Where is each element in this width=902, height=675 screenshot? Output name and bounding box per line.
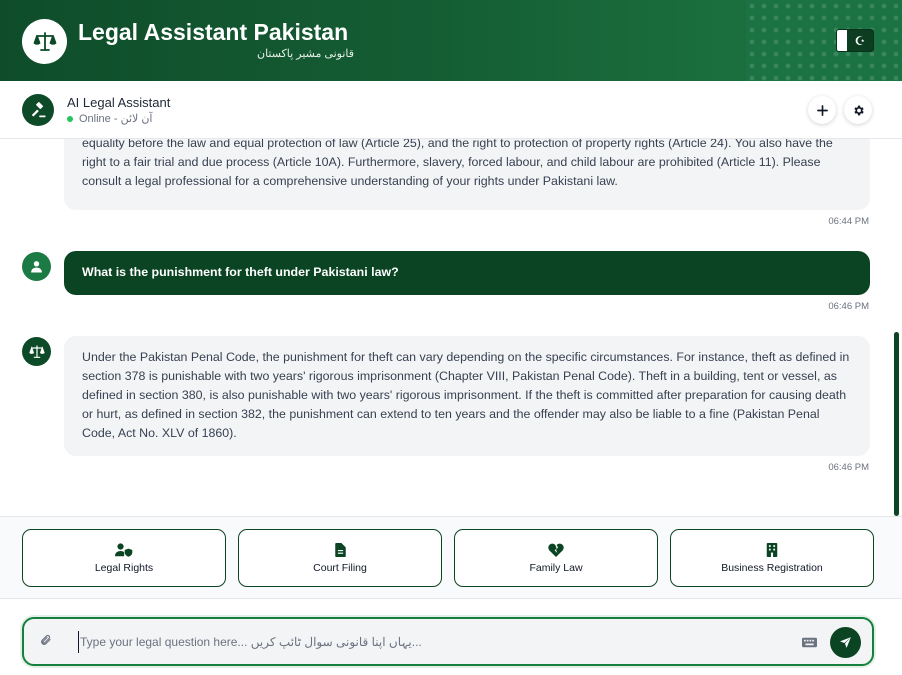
quick-action-label: Legal Rights — [94, 562, 154, 574]
send-button[interactable] — [830, 627, 861, 658]
message-text: equality before the law and equal protec… — [82, 139, 833, 188]
attach-button[interactable] — [40, 633, 52, 652]
assistant-name: AI Legal Assistant — [67, 95, 171, 110]
building-icon — [766, 543, 778, 557]
keyboard-button[interactable] — [802, 635, 817, 653]
assistant-avatar — [22, 337, 51, 366]
send-icon — [840, 637, 851, 648]
message-time: 06:46 PM — [828, 301, 869, 312]
message-text: What is the punishment for theft under P… — [82, 265, 399, 279]
quick-action-label: Business Registration — [721, 562, 823, 574]
online-status: Online - آن لائن — [67, 112, 152, 125]
status-text: Online - آن لائن — [79, 113, 153, 125]
assistant-message: equality before the law and equal protec… — [64, 139, 870, 210]
user-message: What is the punishment for theft under P… — [64, 251, 870, 295]
user-avatar — [22, 252, 51, 281]
plus-icon — [816, 104, 828, 116]
app-subtitle-urdu: قانونی مشیر پاکستان — [257, 48, 355, 60]
user-shield-icon — [115, 543, 133, 557]
app-header: Legal Assistant Pakistan قانونی مشیر پاک… — [0, 0, 902, 81]
file-icon — [334, 543, 346, 557]
quick-action-business-registration[interactable]: Business Registration — [670, 529, 874, 587]
quick-action-label: Court Filing — [313, 562, 367, 574]
message-input-bar — [22, 617, 874, 666]
app-title: Legal Assistant Pakistan — [78, 19, 349, 45]
gavel-icon — [31, 101, 46, 117]
assistant-message: Under the Pakistan Penal Code, the punis… — [64, 336, 870, 456]
scale-icon — [28, 344, 45, 358]
quick-action-legal-rights[interactable]: Legal Rights — [22, 529, 226, 587]
scale-icon — [33, 31, 56, 51]
quick-actions-bar: Legal Rights Court Filing Family Law Bus… — [0, 516, 902, 599]
gear-icon — [853, 105, 864, 115]
message-time: 06:44 PM — [828, 216, 869, 227]
user-icon — [31, 261, 42, 273]
assistant-avatar — [22, 94, 54, 126]
header-pattern — [746, 0, 902, 81]
quick-action-family-law[interactable]: Family Law — [454, 529, 658, 587]
message-time: 06:46 PM — [828, 462, 869, 473]
quick-action-label: Family Law — [529, 562, 583, 574]
message-text: Under the Pakistan Penal Code, the punis… — [82, 350, 850, 440]
message-list[interactable]: equality before the law and equal protec… — [0, 139, 902, 516]
settings-button[interactable] — [844, 96, 872, 124]
crescent-star-icon: ☪ — [854, 33, 866, 48]
new-chat-button[interactable] — [808, 96, 836, 124]
keyboard-icon — [802, 637, 817, 648]
scrollbar-thumb[interactable] — [894, 332, 899, 516]
online-dot-icon — [67, 115, 73, 122]
chat-header: AI Legal Assistant Online - آن لائن — [0, 81, 902, 139]
logo — [22, 19, 67, 64]
heart-broken-icon — [548, 543, 564, 557]
quick-action-court-filing[interactable]: Court Filing — [238, 529, 442, 587]
paperclip-icon — [41, 634, 51, 645]
language-flag-button[interactable]: ☪ — [836, 29, 874, 52]
message-input[interactable] — [78, 631, 788, 653]
